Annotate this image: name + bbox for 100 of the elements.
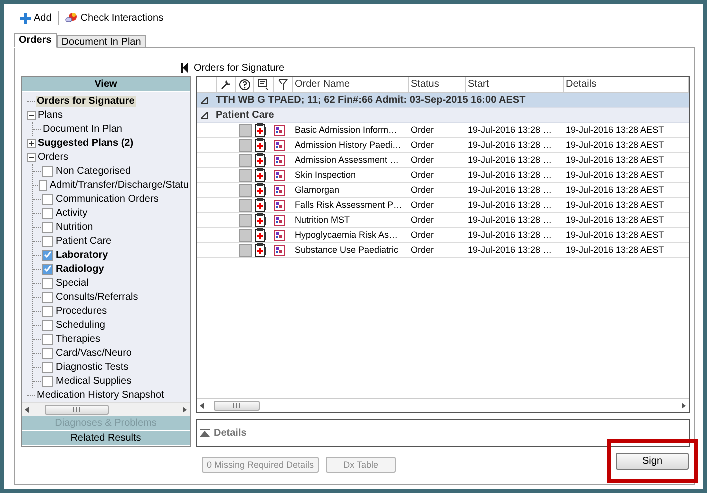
order-sheet-icon — [254, 138, 267, 152]
status-cell-text: Order — [410, 170, 434, 180]
checkbox[interactable] — [42, 264, 53, 274]
status-cell-text: Order — [410, 200, 434, 210]
tree-item[interactable]: Scheduling — [55, 320, 106, 330]
tree-item[interactable]: Special — [55, 278, 90, 288]
checkbox[interactable] — [39, 180, 47, 190]
tree-item[interactable]: Communication Orders — [55, 194, 160, 204]
status-square — [238, 198, 252, 212]
details-cell-text: 19-Jul-2016 13:28 AEST — [565, 185, 664, 195]
sign-button[interactable]: Sign — [616, 453, 689, 470]
details-cell-text: 19-Jul-2016 13:28 AEST — [565, 140, 664, 150]
tree-item[interactable]: Laboratory — [55, 250, 110, 260]
details-cell-text: 19-Jul-2016 13:28 AEST — [565, 215, 664, 225]
collapse-icon[interactable] — [27, 110, 36, 120]
toolbar-button[interactable]: Add — [20, 12, 52, 24]
checkbox[interactable] — [42, 348, 53, 358]
tree-item[interactable]: Activity — [55, 208, 89, 218]
tree-item[interactable]: Document In Plan — [42, 124, 124, 134]
start-cell-text: 19-Jul-2016 13:28 … — [467, 125, 552, 135]
column-header[interactable]: Start — [466, 77, 564, 92]
checkbox[interactable] — [42, 334, 53, 344]
checkbox[interactable] — [42, 278, 53, 288]
tree-item[interactable]: Suggested Plans (2) — [37, 138, 135, 148]
tree-item[interactable]: Orders — [37, 152, 70, 162]
scroll-left-icon[interactable] — [25, 406, 29, 412]
status-square — [238, 214, 252, 226]
scrollbar-thumb[interactable] — [214, 400, 260, 410]
start-cell-text: 19-Jul-2016 13:28 … — [467, 170, 552, 180]
checkbox[interactable] — [42, 208, 53, 218]
section-bar[interactable]: Related Results — [22, 431, 190, 446]
collapse-icon[interactable] — [27, 152, 36, 162]
status-cell-text: Order — [410, 230, 434, 240]
checkbox[interactable] — [42, 306, 53, 316]
checkbox[interactable] — [42, 222, 53, 232]
pills-icon — [64, 12, 78, 24]
status-cell-text: Order — [410, 185, 434, 195]
details-cell-text: 19-Jul-2016 13:28 AEST — [565, 245, 664, 255]
checkbox[interactable] — [42, 376, 53, 386]
order-name: Nutrition MST — [294, 215, 350, 225]
form-icon — [274, 140, 285, 150]
tree-item[interactable]: Orders for Signature — [36, 96, 136, 106]
details-cell-text: 19-Jul-2016 13:28 AEST — [565, 200, 664, 210]
status-square — [238, 154, 252, 166]
tree-item[interactable]: Admit/Transfer/Discharge/Statu — [48, 180, 190, 190]
checkbox[interactable] — [42, 320, 53, 330]
order-sheet-icon — [254, 243, 267, 257]
tree-item[interactable]: Medical Supplies — [55, 376, 133, 386]
checkbox[interactable] — [42, 236, 53, 246]
collapse-triangle-icon[interactable] — [201, 112, 208, 118]
scroll-right-icon[interactable] — [183, 406, 187, 412]
tree-item[interactable]: Plans — [37, 110, 64, 120]
form-icon — [274, 214, 285, 226]
tab[interactable]: Document In Plan — [56, 35, 146, 48]
start-cell-text: 19-Jul-2016 13:28 … — [467, 245, 552, 255]
scrollbar-thumb[interactable] — [45, 404, 109, 414]
order-sheet-icon — [254, 168, 267, 182]
order-sheet-icon — [254, 183, 267, 197]
tree-item[interactable]: Diagnostic Tests — [55, 362, 130, 372]
collapse-panel-icon[interactable] — [181, 63, 188, 73]
order-name: Skin Inspection — [294, 170, 356, 180]
checkbox[interactable] — [42, 194, 53, 204]
status-square — [238, 228, 252, 242]
view-header: View — [22, 77, 190, 92]
tree-item[interactable]: Procedures — [55, 306, 108, 316]
collapse-triangle-icon[interactable] — [201, 96, 208, 104]
tree-item[interactable]: Patient Care — [55, 236, 113, 246]
scroll-left-icon[interactable] — [200, 402, 204, 408]
order-sheet-icon — [254, 228, 267, 242]
tree-item[interactable]: Card/Vasc/Neuro — [55, 348, 133, 358]
order-sheet-icon — [254, 198, 267, 212]
tree-item[interactable]: Therapies — [55, 334, 102, 344]
expand-up-icon[interactable] — [200, 429, 210, 437]
status-cell-text: Order — [410, 125, 434, 135]
checkbox[interactable] — [42, 166, 53, 176]
column-header[interactable]: Order Name — [293, 77, 409, 92]
tree-item[interactable]: Radiology — [55, 264, 106, 274]
status-cell-text: Order — [410, 140, 434, 150]
column-header[interactable]: Details — [564, 77, 689, 92]
tree-item[interactable]: Non Categorised — [55, 166, 132, 176]
tree-item[interactable]: Medication History Snapshot — [36, 390, 166, 400]
start-cell-text: 19-Jul-2016 13:28 … — [467, 155, 552, 165]
checkbox[interactable] — [42, 292, 53, 302]
column-header[interactable]: Status — [409, 77, 466, 92]
checkbox[interactable] — [42, 250, 53, 260]
checkbox[interactable] — [42, 362, 53, 372]
scroll-right-icon[interactable] — [682, 402, 686, 408]
tree-item[interactable]: Consults/Referrals — [55, 292, 140, 302]
toolbar-button[interactable]: Check Interactions — [64, 12, 164, 24]
tab[interactable]: Orders — [14, 33, 57, 48]
order-name: Basic Admission Inform… — [294, 125, 398, 135]
status-square — [238, 138, 252, 152]
form-icon — [274, 124, 285, 136]
expand-icon[interactable] — [27, 138, 36, 148]
status-square — [238, 184, 252, 196]
order-sheet-icon — [254, 213, 267, 227]
tree-item[interactable]: Nutrition — [55, 222, 94, 232]
order-sheet-icon — [254, 123, 267, 137]
details-cell-text: 19-Jul-2016 13:28 AEST — [565, 155, 664, 165]
encounter-row: TTH WB G TPAED; 11; 62 Fin#:66 Admit: 03-Sep-2015 16:00 AEST — [197, 93, 689, 108]
